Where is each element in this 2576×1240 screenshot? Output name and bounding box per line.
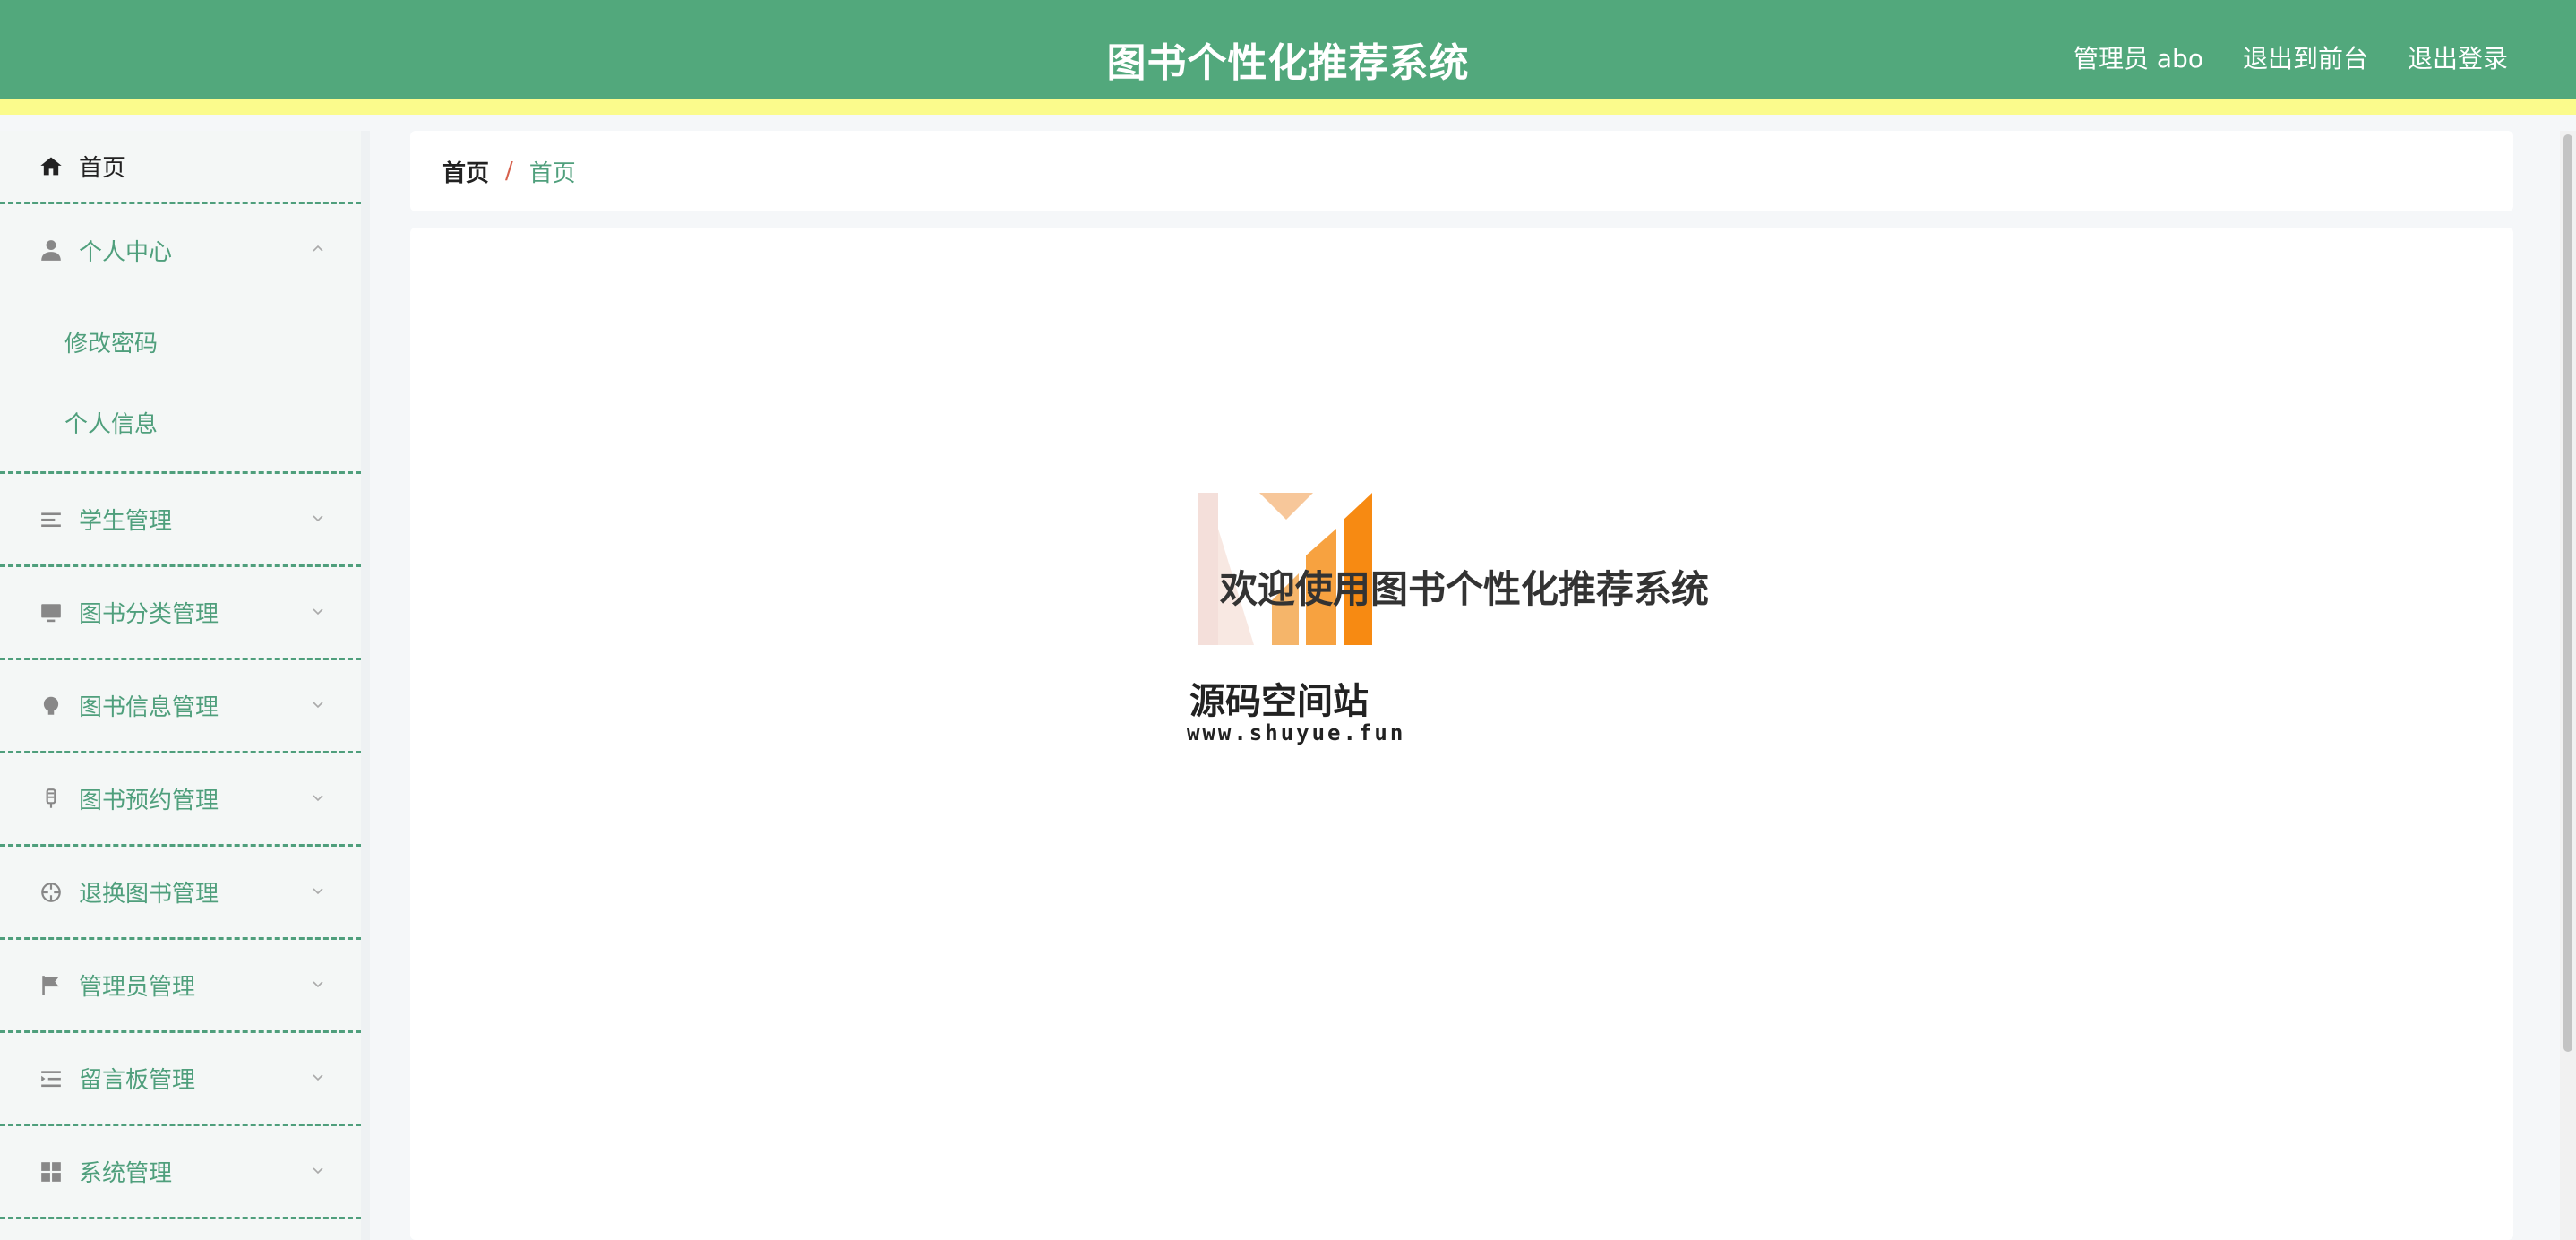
sidebar-item-change-password[interactable]: 修改密码 (0, 301, 361, 382)
sidebar-item-book-category-management[interactable]: 图书分类管理 (0, 567, 361, 660)
sidebar-item-book-return-exchange-management[interactable]: 退换图书管理 (0, 847, 361, 940)
sidebar-item-label: 图书预约管理 (79, 788, 219, 814)
scrollbar-thumb[interactable] (2563, 134, 2572, 1052)
sidebar-item-personal-center[interactable]: 个人中心 (0, 204, 361, 296)
chevron-down-icon (313, 887, 323, 894)
mic-icon (38, 786, 64, 813)
top-header: 图书个性化推荐系统 管理员 abo 退出到前台 退出登录 (0, 0, 2576, 115)
bulb-icon (38, 693, 64, 719)
exit-to-front-link[interactable]: 退出到前台 (2243, 39, 2368, 75)
sidebar-item-label: 退换图书管理 (79, 881, 219, 908)
header-actions: 管理员 abo 退出到前台 退出登录 (2074, 39, 2508, 75)
chevron-down-icon (313, 1167, 323, 1174)
sidebar-item-label: 学生管理 (79, 508, 173, 535)
chevron-up-icon (313, 245, 323, 252)
sidebar-item-label: 图书分类管理 (79, 601, 219, 628)
chevron-down-icon (313, 794, 323, 801)
sidebar-item-book-reservation-management[interactable]: 图书预约管理 (0, 753, 361, 847)
chevron-down-icon (313, 607, 323, 615)
sidebar-item-home[interactable]: 首页 (0, 131, 361, 204)
logout-link[interactable]: 退出登录 (2408, 39, 2508, 75)
main-content (410, 228, 2513, 1240)
personal-center-submenu: 修改密码 个人信息 (0, 296, 361, 474)
sidebar-item-label: 管理员管理 (79, 974, 196, 1001)
current-user-label: 管理员 abo (2074, 44, 2203, 73)
sidebar-item-message-board-management[interactable]: 留言板管理 (0, 1033, 361, 1126)
breadcrumb-separator: / (505, 158, 513, 185)
user-icon (38, 237, 64, 263)
sidebar-item-student-management[interactable]: 学生管理 (0, 474, 361, 567)
flag-icon (38, 972, 64, 999)
sidebar-item-label: 留言板管理 (79, 1067, 196, 1094)
chevron-down-icon (313, 514, 323, 521)
sidebar-item-label: 系统管理 (79, 1160, 173, 1187)
breadcrumb-current: 首页 (528, 159, 576, 187)
home-icon (38, 153, 64, 180)
list-icon (38, 506, 64, 533)
chevron-down-icon (313, 701, 323, 708)
breadcrumb: 首页 / 首页 (410, 131, 2513, 211)
welcome-message: 欢迎使用图书个性化推荐系统 (1220, 567, 1710, 611)
monitor-icon (38, 599, 64, 626)
sidebar-item-label: 首页 (79, 155, 126, 182)
sidebar-item-book-info-management[interactable]: 图书信息管理 (0, 660, 361, 753)
sidebar-item-personal-info[interactable]: 个人信息 (0, 382, 361, 462)
target-icon (38, 879, 64, 906)
breadcrumb-home[interactable]: 首页 (442, 155, 489, 188)
chevron-down-icon (313, 1073, 323, 1081)
page-scrollbar[interactable] (2560, 131, 2576, 1240)
grid-icon (38, 1158, 64, 1185)
chevron-down-icon (313, 980, 323, 987)
watermark-url: www.shuyue.fun (1187, 720, 1406, 745)
sidebar-item-system-management[interactable]: 系统管理 (0, 1126, 361, 1219)
indent-icon (38, 1065, 64, 1092)
sidebar-item-label: 图书信息管理 (79, 694, 219, 721)
sidebar-item-admin-management[interactable]: 管理员管理 (0, 940, 361, 1033)
watermark-name: 源码空间站 (1189, 681, 1369, 722)
sidebar-menu: 首页 个人中心 修改密码 个人信息 学生管理 图书分类管理 图书信息管理 图书预… (0, 131, 370, 1240)
sidebar-item-label: 个人中心 (79, 238, 173, 266)
